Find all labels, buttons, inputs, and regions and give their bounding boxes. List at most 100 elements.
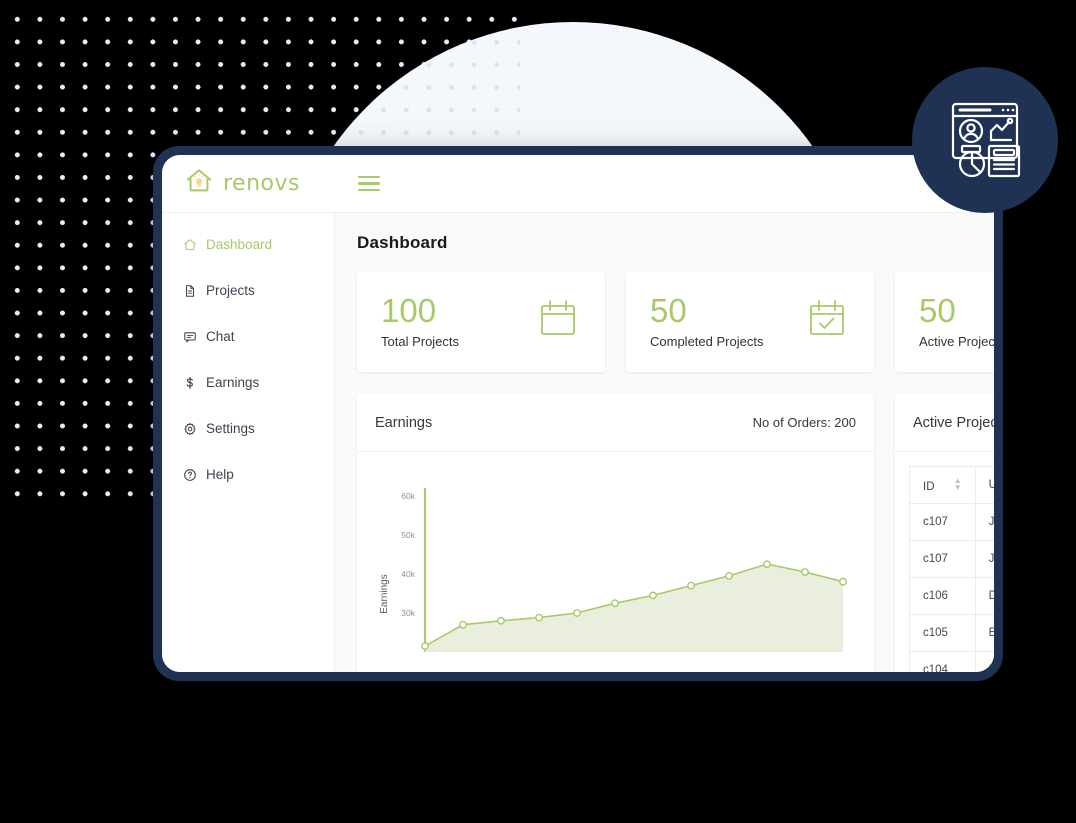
table-row[interactable]: c104 E [909,651,994,672]
sidebar-item-label: Projects [206,283,255,298]
dollar-icon [182,375,197,390]
stat-card-total-projects[interactable]: 100 Total Projects [357,271,605,372]
table-header-row: ID ▲▼ User [909,466,994,504]
chart-data-point[interactable] [573,609,581,617]
y-axis-tick-label: 40k [401,569,415,579]
earnings-area-chart: 60k 50k 40k 30k Earnings [379,488,847,652]
earnings-panel-title: Earnings [375,414,433,431]
active-projects-panel-header: Active Projects [895,394,994,452]
calendar-check-icon [804,296,850,347]
cell-user: E [974,651,994,672]
active-projects-panel: Active Projects ID ▲▼ [895,394,994,672]
sidebar-item-label: Settings [206,421,255,436]
sidebar-item-label: Dashboard [206,237,273,252]
column-header-user[interactable]: User [974,466,994,504]
y-axis-title: Earnings [379,574,390,613]
sidebar: Dashboard Projects Chat Earnings Setting… [162,213,335,672]
table-row[interactable]: c107John [909,540,994,578]
y-axis-tick-label: 50k [401,530,415,540]
hamburger-bar [358,188,380,192]
cell-user: Eunice [974,614,994,652]
chat-icon [182,329,197,344]
earnings-panel: Earnings No of Orders: 200 60k 50k 40k 30k … [357,394,874,672]
sidebar-item-label: Earnings [206,375,260,390]
cell-user: John [974,540,994,578]
gear-icon [182,421,197,436]
stat-label: Total Projects [381,334,460,350]
earnings-panel-header: Earnings No of Orders: 200 [357,394,874,452]
app-screen: renovs Dashboard Projects Chat Earnings … [162,155,994,672]
cell-id: c105 [909,614,976,652]
dashboard-report-icon [937,90,1033,191]
chart-data-point[interactable] [421,642,429,651]
sidebar-item-label: Chat [206,329,235,344]
device-frame: renovs Dashboard Projects Chat Earnings … [153,146,1003,681]
table-row[interactable]: c107John [909,503,994,541]
dashboard-report-badge [912,67,1058,213]
y-axis-tick-label: 30k [401,608,415,618]
chart-data-point[interactable] [535,613,543,622]
active-projects-table: ID ▲▼ User c107Johnc107Johnc106Deanc105E… [909,466,994,672]
panel-row: Earnings No of Orders: 200 60k 50k 40k 30k … [357,394,994,672]
table-head: ID ▲▼ User [909,466,994,504]
stat-text: 50 Active Projects [919,291,994,350]
cell-id: c107 [909,503,976,541]
sidebar-item-help[interactable]: Help [162,457,334,492]
chart-area-fill [425,564,843,652]
sidebar-item-label: Help [206,467,234,482]
table-row[interactable]: c105Eunice [909,614,994,652]
chart-data-point[interactable] [611,599,619,608]
stat-card-row: 100 Total Projects 50 Completed Projects… [357,271,994,372]
stat-label: Active Projects [919,334,994,350]
brand-name: renovs [223,171,300,196]
sidebar-item-earnings[interactable]: Earnings [162,365,334,400]
chart-data-point[interactable] [839,577,847,586]
stat-card-active-projects[interactable]: 50 Active Projects [895,271,994,372]
earnings-chart[interactable]: 60k 50k 40k 30k Earnings [357,452,874,672]
sidebar-item-dashboard[interactable]: Dashboard [162,227,334,262]
table-row[interactable]: c106Dean [909,577,994,615]
y-axis-ticks: 60k 50k 40k 30k [401,491,415,618]
chart-data-point[interactable] [763,560,771,569]
cell-user: Dean [974,577,994,615]
sidebar-item-projects[interactable]: Projects [162,273,334,308]
chart-data-point[interactable] [459,620,467,629]
stat-value: 100 [381,291,437,329]
chart-data-point[interactable] [725,572,733,580]
app-body: Dashboard Projects Chat Earnings Setting… [162,213,994,672]
active-projects-table-wrap: ID ▲▼ User c107Johnc107Johnc106Deanc105E… [895,452,994,672]
column-header-id[interactable]: ID ▲ ▼ [909,466,976,504]
calendar-icon [535,296,581,347]
cell-id: c106 [909,577,976,615]
chart-data-point[interactable] [497,616,505,625]
table-body: c107Johnc107Johnc106Deanc105Eunicec104E [909,503,994,672]
help-circle-icon [182,467,197,482]
active-projects-panel-title: Active Projects [913,414,994,431]
chart-data-point[interactable] [687,581,695,590]
chart-data-point[interactable] [649,591,657,600]
main-content: Dashboard 100 Total Projects 50 Complete… [335,213,994,672]
column-header-label: ID [923,481,935,494]
hamburger-bar [358,182,380,185]
sort-arrows-icon[interactable]: ▲ ▼ [954,476,962,491]
stat-value: 50 [650,291,687,329]
brand-logo[interactable]: renovs [184,166,336,201]
cell-id: c104 [909,651,976,672]
sidebar-item-settings[interactable]: Settings [162,411,334,446]
house-bulb-icon [184,166,214,201]
orders-count-label: No of Orders: 200 [752,415,856,430]
home-icon [182,237,197,252]
stat-text: 50 Completed Projects [650,291,764,350]
page-title: Dashboard [357,233,448,252]
cell-user: John [974,503,994,541]
stat-card-completed-projects[interactable]: 50 Completed Projects [626,271,874,372]
sidebar-item-chat[interactable]: Chat [162,319,334,354]
cell-id: c107 [909,540,976,578]
stat-text: 100 Total Projects [381,291,460,350]
column-header-label: User [988,479,994,491]
stat-value: 50 [919,291,956,329]
hamburger-icon[interactable] [358,175,380,192]
stat-label: Completed Projects [650,334,764,350]
chart-data-point[interactable] [801,568,809,576]
y-axis-tick-label: 60k [401,491,415,501]
